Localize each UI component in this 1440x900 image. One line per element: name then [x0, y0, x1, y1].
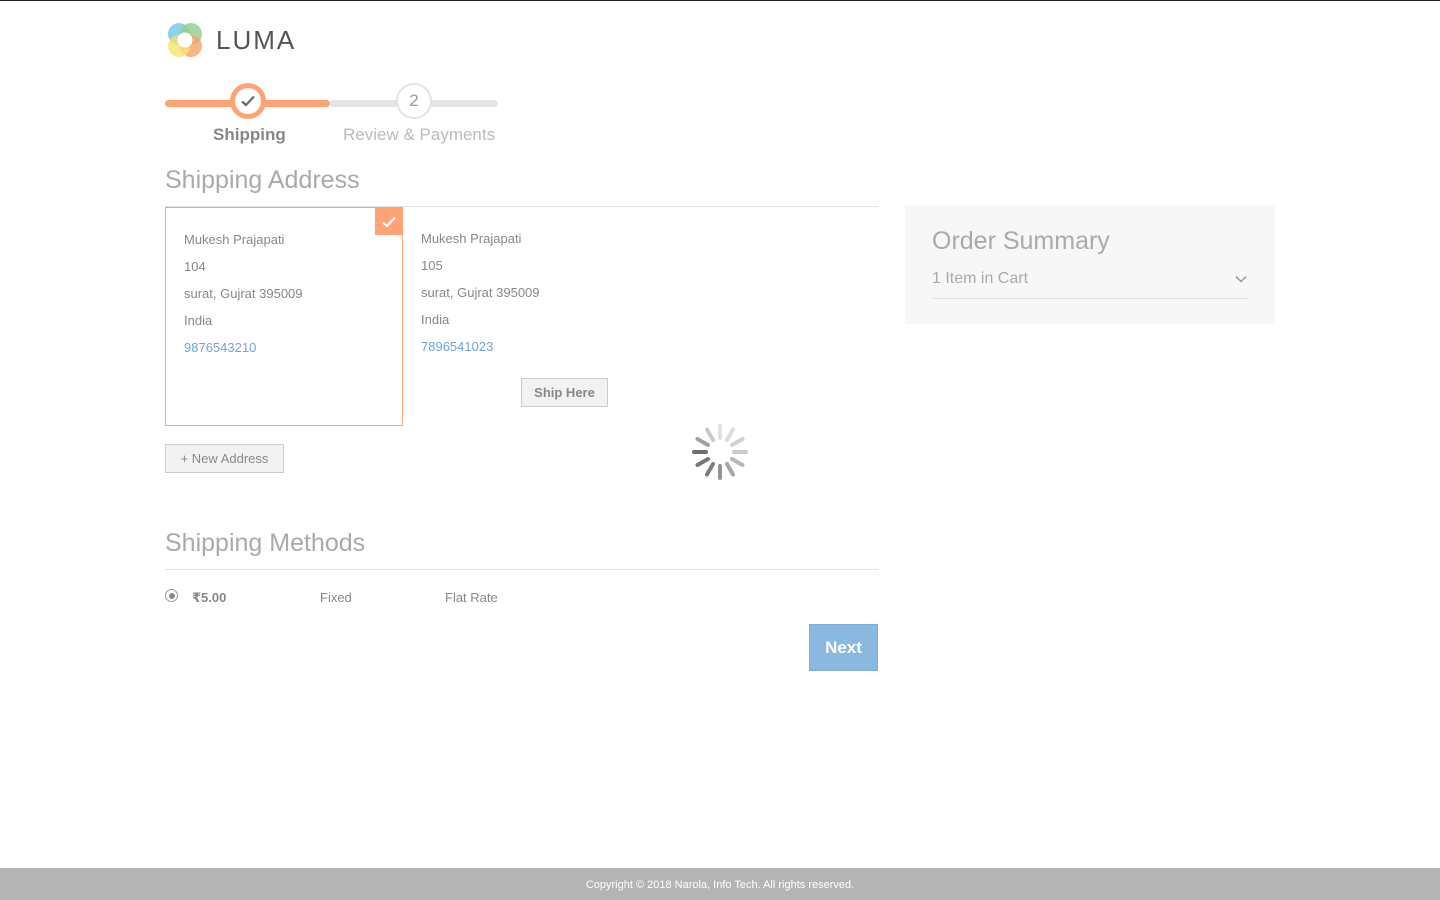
section-divider [165, 569, 878, 570]
address-phone-link[interactable]: 7896541023 [421, 337, 623, 364]
items-in-cart-toggle[interactable]: 1 Item in Cart [932, 270, 1248, 299]
step-shipping-indicator[interactable] [230, 83, 266, 119]
checkout-progress: 2 Shipping Review & Payments [165, 83, 498, 145]
address-city: surat, Gujrat 395009 [184, 286, 303, 301]
selected-badge [375, 208, 402, 235]
order-summary: Order Summary 1 Item in Cart [905, 205, 1275, 324]
order-summary-title: Order Summary [932, 227, 1110, 255]
next-button[interactable]: Next [809, 624, 878, 671]
shipping-address-title: Shipping Address [165, 166, 360, 194]
step-shipping-label[interactable]: Shipping [213, 125, 286, 145]
address-street: 105 [421, 258, 443, 273]
shipping-method-row[interactable]: ₹5.00 Fixed Flat Rate [165, 587, 878, 607]
shipping-methods-title: Shipping Methods [165, 529, 366, 557]
shipping-method-radio[interactable] [165, 589, 178, 602]
carrier-title: Flat Rate [445, 590, 498, 605]
address-card-selected[interactable]: Mukesh Prajapati 104 surat, Gujrat 39500… [165, 207, 403, 426]
chevron-down-icon [1235, 275, 1247, 283]
luma-logo[interactable]: LUMA [165, 20, 296, 60]
address-city: surat, Gujrat 395009 [421, 285, 540, 300]
new-address-button[interactable]: + New Address [165, 444, 284, 473]
check-icon [241, 95, 255, 107]
copyright-text: Copyright © 2018 Narola, Info Tech. All … [585, 878, 855, 891]
address-country: India [184, 313, 213, 328]
ship-here-button[interactable]: Ship Here [521, 378, 608, 407]
address-country: India [421, 312, 450, 327]
step-review-label: Review & Payments [343, 125, 496, 144]
luma-logo-icon [168, 23, 202, 57]
address-phone-link[interactable]: 9876543210 [184, 338, 384, 365]
address-name: Mukesh Prajapati [421, 231, 522, 246]
check-icon [381, 216, 396, 228]
loading-spinner-icon [692, 424, 748, 480]
address-name: Mukesh Prajapati [184, 232, 285, 247]
items-in-cart-label: 1 Item in Cart [932, 270, 1029, 287]
brand-name: LUMA [216, 24, 297, 55]
method-title: Fixed [320, 590, 352, 605]
step-review-indicator: 2 [396, 83, 432, 119]
step-number: 2 [409, 91, 419, 110]
method-price: ₹5.00 [192, 590, 227, 605]
address-street: 104 [184, 259, 206, 274]
footer: Copyright © 2018 Narola, Info Tech. All … [0, 868, 1440, 900]
